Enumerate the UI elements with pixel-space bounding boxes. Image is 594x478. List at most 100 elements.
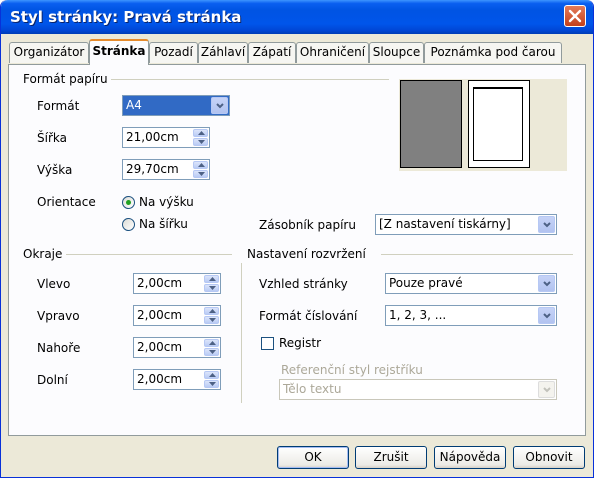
width-label: Šířka (37, 131, 67, 145)
numbering-dropdown-button[interactable] (538, 307, 555, 324)
numbering-value: 1, 2, 3, ... (389, 308, 447, 322)
arrow-up-icon (198, 131, 205, 135)
title-bar: Styl stránky: Pravá stránka (1, 0, 593, 34)
tab-organizer[interactable]: Organizátor (9, 42, 89, 63)
tab-borders[interactable]: Ohraničení (296, 42, 369, 63)
chevron-down-icon (216, 103, 224, 109)
page-style-dialog: Styl stránky: Pravá stránka Organizátor … (0, 0, 594, 478)
paper-tray-dropdown-button[interactable] (538, 216, 555, 233)
width-increment[interactable] (193, 129, 208, 137)
height-label: Výška (37, 163, 73, 177)
page-preview (399, 79, 567, 171)
chevron-down-icon (543, 281, 551, 287)
landscape-radio[interactable] (122, 218, 135, 231)
dialog-client-area: Organizátor Stránka Pozadí Záhlaví Zápat… (4, 34, 590, 475)
arrow-up-icon (209, 373, 216, 377)
help-button[interactable]: Nápověda (434, 446, 506, 469)
tab-footnote[interactable]: Poznámka pod čarou (424, 42, 562, 63)
margin-bottom-increment[interactable] (204, 371, 219, 379)
arrow-down-icon (209, 382, 216, 386)
margin-top-label: Nahoře (37, 341, 81, 355)
numbering-label: Formát číslování (259, 309, 358, 323)
margin-top-increment[interactable] (204, 339, 219, 347)
portrait-label[interactable]: Na výšku (139, 195, 194, 209)
margins-group-title: Okraje (23, 247, 63, 261)
margin-right-spinner[interactable]: 2,00cm (133, 305, 221, 326)
margins-divider (66, 254, 232, 255)
format-label: Formát (37, 99, 80, 113)
width-spinner[interactable]: 21,00cm (122, 127, 210, 148)
preview-right-page (468, 80, 530, 168)
margin-top-spinner[interactable]: 2,00cm (133, 337, 221, 358)
arrow-up-icon (209, 309, 216, 313)
tab-background[interactable]: Pozadí (149, 42, 198, 63)
page-layout-value: Pouze pravé (389, 276, 463, 290)
orientation-label: Orientace (37, 195, 96, 209)
paper-format-divider (111, 79, 389, 80)
arrow-down-icon (198, 172, 205, 176)
margin-bottom-value: 2,00cm (137, 372, 183, 386)
ref-style-dropdown-button[interactable] (538, 381, 555, 398)
preview-left-page (400, 80, 462, 168)
page-layout-combo[interactable]: Pouze pravé (385, 273, 557, 294)
ref-style-label: Referenční styl rejstříku (281, 363, 423, 377)
paper-tray-label: Zásobník papíru (259, 218, 356, 232)
group-vertical-divider (241, 263, 242, 403)
margin-left-spinner[interactable]: 2,00cm (133, 273, 221, 294)
numbering-combo[interactable]: 1, 2, 3, ... (385, 305, 557, 326)
window-title: Styl stránky: Pravá stránka (10, 8, 242, 26)
width-decrement[interactable] (193, 138, 208, 146)
height-increment[interactable] (193, 161, 208, 169)
tab-columns[interactable]: Sloupce (369, 42, 424, 63)
margin-left-label: Vlevo (37, 277, 71, 291)
preview-margin-box (473, 87, 523, 161)
height-value: 29,70cm (126, 162, 179, 176)
arrow-up-icon (198, 163, 205, 167)
reset-button[interactable]: Obnovit (513, 446, 585, 469)
paper-format-group-title: Formát papíru (23, 72, 108, 86)
margin-bottom-label: Dolní (37, 373, 68, 387)
format-value: A4 (126, 98, 142, 112)
height-decrement[interactable] (193, 170, 208, 178)
ref-style-combo[interactable]: Tělo textu (279, 379, 557, 400)
arrow-up-icon (209, 277, 216, 281)
arrow-up-icon (209, 341, 216, 345)
height-spinner[interactable]: 29,70cm (122, 159, 210, 180)
cancel-button[interactable]: Zrušit (355, 446, 427, 469)
tab-header[interactable]: Záhlaví (198, 42, 248, 63)
close-icon (568, 9, 582, 23)
tab-footer[interactable]: Zápatí (248, 42, 296, 63)
register-checkbox[interactable] (261, 337, 274, 350)
margin-left-decrement[interactable] (204, 284, 219, 292)
format-dropdown-button[interactable] (211, 97, 228, 114)
layout-divider (381, 254, 573, 255)
arrow-down-icon (209, 350, 216, 354)
margin-right-label: Vpravo (37, 309, 80, 323)
margin-right-decrement[interactable] (204, 316, 219, 324)
chevron-down-icon (543, 222, 551, 228)
margin-top-decrement[interactable] (204, 348, 219, 356)
tab-panel-page: Formát papíru Formát A4 Šířka 21,00cm Vý… (8, 64, 586, 436)
portrait-radio[interactable] (122, 196, 135, 209)
margin-bottom-decrement[interactable] (204, 380, 219, 388)
margin-right-increment[interactable] (204, 307, 219, 315)
paper-tray-combo[interactable]: [Z nastavení tiskárny] (375, 214, 557, 235)
paper-tray-value: [Z nastavení tiskárny] (379, 217, 511, 231)
register-label[interactable]: Registr (279, 336, 321, 350)
format-combo[interactable]: A4 (122, 95, 230, 116)
page-layout-dropdown-button[interactable] (538, 275, 555, 292)
arrow-down-icon (209, 286, 216, 290)
tab-page[interactable]: Stránka (89, 39, 149, 65)
ok-button[interactable]: OK (277, 446, 349, 469)
chevron-down-icon (543, 313, 551, 319)
landscape-label[interactable]: Na šířku (139, 217, 188, 231)
close-button[interactable] (564, 5, 586, 27)
margin-left-increment[interactable] (204, 275, 219, 283)
arrow-down-icon (209, 318, 216, 322)
margin-right-value: 2,00cm (137, 308, 183, 322)
margin-top-value: 2,00cm (137, 340, 183, 354)
chevron-down-icon (543, 387, 551, 393)
margin-bottom-spinner[interactable]: 2,00cm (133, 369, 221, 390)
ref-style-value: Tělo textu (283, 382, 342, 396)
arrow-down-icon (198, 140, 205, 144)
